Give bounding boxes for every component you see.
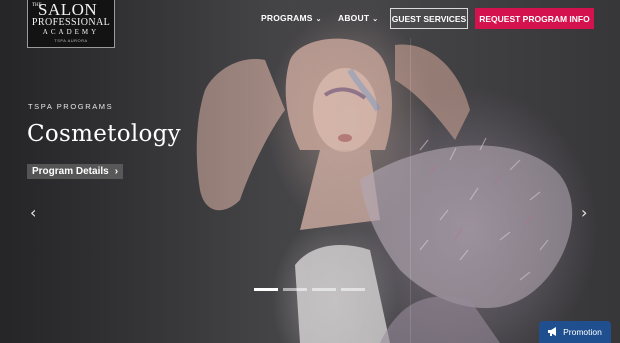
logo-academy: ACADEMY [42,28,100,36]
nav-about[interactable]: ABOUT ⌄ [338,13,378,25]
slider-dot-2[interactable] [283,288,307,291]
promotion-label: Promotion [563,327,602,337]
request-program-info-button[interactable]: REQUEST PROGRAM INFO [475,8,594,29]
logo-professional: PROFESSIONAL [31,17,111,28]
hero-divider [410,38,411,343]
chevron-right-icon: › [114,166,119,177]
guest-services-button[interactable]: GUEST SERVICES [390,8,468,29]
chevron-down-icon: ⌄ [315,16,322,23]
slider-next-arrow-icon[interactable]: › [581,203,587,222]
slider-prev-arrow-icon[interactable]: ‹ [30,203,36,222]
megaphone-icon [548,326,558,338]
logo-location: TSPA AURORA [54,38,88,43]
hero-title: Cosmetology [27,121,181,147]
chevron-down-icon: ⌄ [372,16,379,23]
site-logo[interactable]: THE SALON PROFESSIONAL ACADEMY TSPA AURO… [27,0,115,48]
nav-about-label: ABOUT [338,13,370,23]
hero-eyebrow: TSPA PROGRAMS [28,102,114,111]
slider-dot-3[interactable] [312,288,336,291]
nav-programs-label: PROGRAMS [261,13,313,23]
nav-programs[interactable]: PROGRAMS ⌄ [261,13,322,25]
promotion-button[interactable]: Promotion [539,321,611,343]
slider-pagination [254,288,365,291]
slider-dot-1[interactable] [254,288,278,291]
logo-salon: SALON [38,0,98,19]
program-details-button[interactable]: Program Details › [27,164,124,179]
program-details-label: Program Details [32,166,109,177]
slider-dot-4[interactable] [341,288,365,291]
